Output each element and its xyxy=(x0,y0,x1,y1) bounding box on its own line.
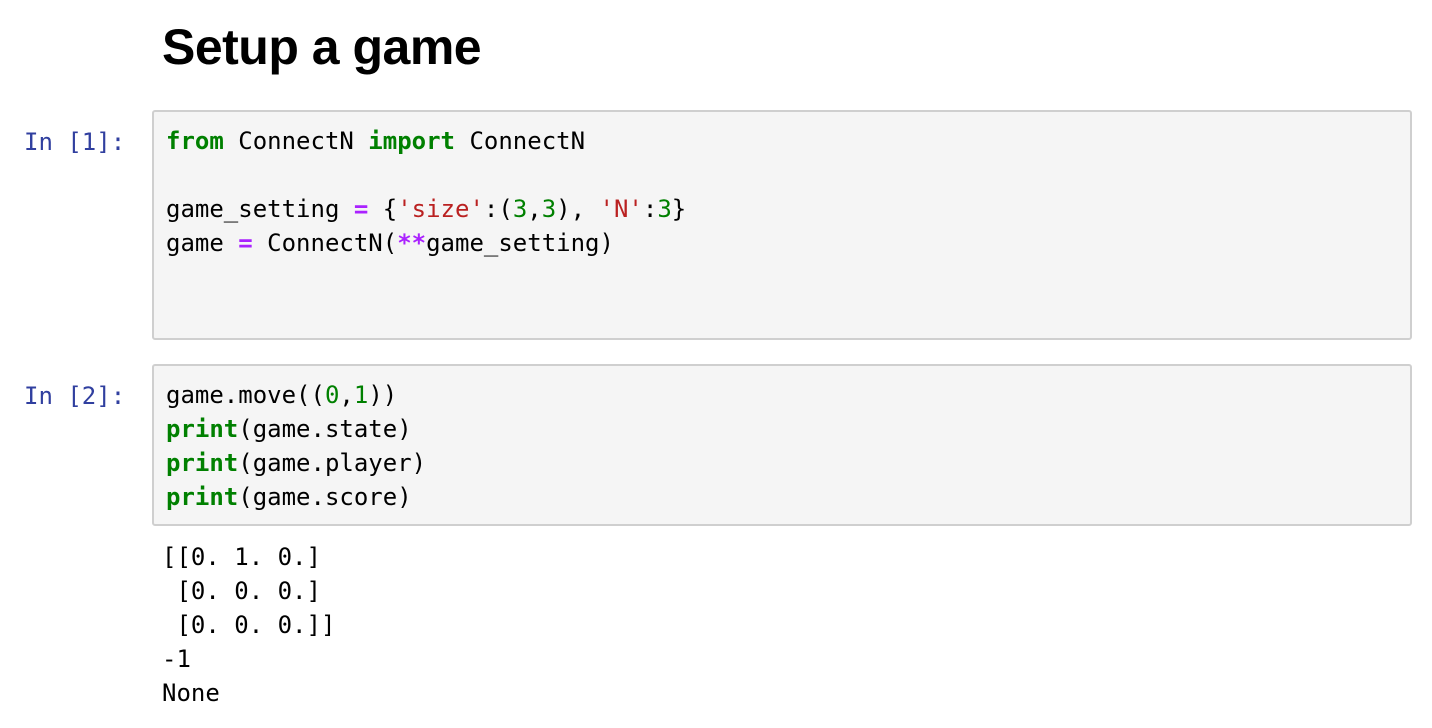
string-size: 'size' xyxy=(397,195,484,223)
code-line-2-blank xyxy=(166,158,686,192)
tuple-open: :( xyxy=(483,195,513,223)
kwargs-operator: ** xyxy=(397,229,427,257)
number-3a: 3 xyxy=(512,195,528,223)
module-name: ConnectN xyxy=(223,127,369,155)
code-line-4: game = ConnectN(**game_setting) xyxy=(166,226,686,260)
keyword-import: import xyxy=(368,127,455,155)
output-line: None xyxy=(162,679,220,707)
import-name: ConnectN xyxy=(455,127,586,155)
cell-2-output: [[0. 1. 0.] [0. 0. 0.] [0. 0. 0.]] -1 None xyxy=(162,540,335,710)
dict-open: { xyxy=(368,195,398,223)
keyword-from: from xyxy=(166,127,224,155)
string-n: 'N' xyxy=(599,195,643,223)
number-3b: 3 xyxy=(541,195,557,223)
move-call: game.move(( xyxy=(166,381,325,409)
output-line: -1 xyxy=(162,645,191,673)
cell-1-code[interactable]: from ConnectN import ConnectN game_settin… xyxy=(166,124,686,260)
cell-2-input[interactable]: game.move((0,1)) print(game.state) print(g… xyxy=(152,364,1412,526)
number-3c: 3 xyxy=(657,195,672,223)
builtin-print: print xyxy=(166,449,239,477)
code-line-3: game_setting = {'size':(3,3), 'N':3} xyxy=(166,192,686,226)
var-game-setting: game_setting xyxy=(166,195,354,223)
code-line-4: print(game.score) xyxy=(166,480,426,514)
code-line-1: from ConnectN import ConnectN xyxy=(166,124,686,158)
var-game: game xyxy=(166,229,239,257)
cell-1-input[interactable]: from ConnectN import ConnectN game_settin… xyxy=(152,110,1412,340)
comma: , xyxy=(339,381,354,409)
assign-operator: = xyxy=(353,195,369,223)
code-line-3: print(game.player) xyxy=(166,446,426,480)
cell-2-code[interactable]: game.move((0,1)) print(game.state) print(g… xyxy=(166,378,426,514)
number-0: 0 xyxy=(324,381,340,409)
number-1: 1 xyxy=(353,381,369,409)
section-heading: Setup a game xyxy=(162,19,482,75)
dict-close: } xyxy=(671,195,687,223)
tuple-close: ), xyxy=(556,195,600,223)
call-close: )) xyxy=(368,381,398,409)
output-line: [0. 0. 0.]] xyxy=(162,611,336,639)
cell-2-prompt: In [2]: xyxy=(24,382,126,410)
print-args: (game.score) xyxy=(238,483,412,511)
comma: , xyxy=(527,195,542,223)
print-args: (game.player) xyxy=(238,449,427,477)
print-args: (game.state) xyxy=(238,415,412,443)
constructor-call: ConnectN( xyxy=(252,229,398,257)
output-line: [[0. 1. 0.] xyxy=(162,543,321,571)
builtin-print: print xyxy=(166,415,239,443)
code-line-2: print(game.state) xyxy=(166,412,426,446)
colon: : xyxy=(642,195,658,223)
call-argument: game_setting) xyxy=(426,229,614,257)
code-line-1: game.move((0,1)) xyxy=(166,378,426,412)
assign-operator: = xyxy=(238,229,253,257)
cell-1-prompt: In [1]: xyxy=(24,128,126,156)
builtin-print: print xyxy=(166,483,239,511)
output-line: [0. 0. 0.] xyxy=(162,577,321,605)
